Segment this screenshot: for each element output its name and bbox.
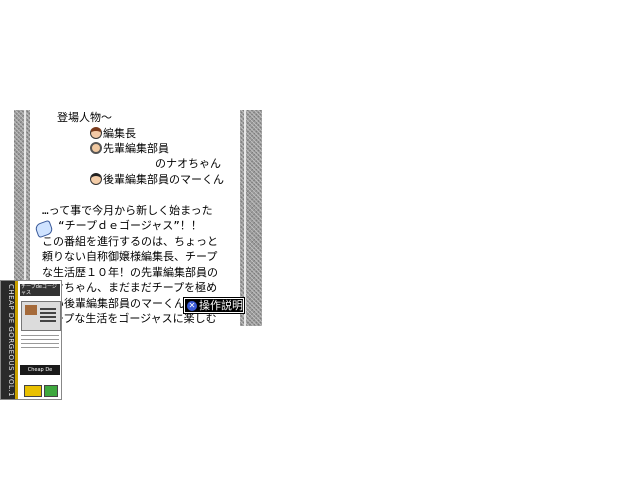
box-spine-title: CHEAP DE GORGEOUS VOL.1 bbox=[1, 281, 15, 399]
box-banner: Cheap De Gorgeous bbox=[20, 365, 60, 383]
doc-line-characters-heading: 登場人物〜 bbox=[57, 111, 112, 124]
junior-editor-face-icon bbox=[90, 173, 102, 185]
doc-line-junior-editor: 後輩編集部員のマーくん bbox=[90, 172, 224, 188]
doc-line-body-6: チープな生活をゴージャスに楽しむ bbox=[42, 312, 217, 325]
game-box-art: CHEAP DE GORGEOUS VOL.1 チープdeゴージャス Cheap… bbox=[0, 280, 62, 400]
x-button-icon: ✕ bbox=[187, 300, 197, 311]
doc-line-body-5: ない後輩編集部員のマーくん bbox=[42, 297, 185, 310]
doc-line-body-3: な生活歴１０年！の先輩編集部員の bbox=[42, 266, 218, 279]
box-logo: チープdeゴージャス bbox=[20, 284, 60, 296]
screen: 登場人物〜 編集長 先輩編集部員 のナオちゃん 後輩編集部員のマーくん …って事… bbox=[0, 0, 640, 480]
box-screenshot-image bbox=[21, 301, 61, 331]
box-platform-badge bbox=[44, 385, 58, 397]
doc-line-editor-in-chief: 編集長 bbox=[90, 126, 136, 142]
operation-guide-label: 操作説明 bbox=[199, 299, 243, 312]
operation-guide-button[interactable]: ✕ 操作説明 bbox=[183, 297, 245, 314]
doc-line-senior-editor: 先輩編集部員 bbox=[90, 141, 169, 157]
right-border-stripe bbox=[240, 110, 262, 326]
editor-face-icon bbox=[90, 127, 102, 139]
doc-line-body-2: 頼りない自称御嬢様編集長、チープ bbox=[42, 250, 218, 263]
doc-line-nao-chan: のナオちゃん bbox=[155, 157, 221, 170]
box-rating-badge bbox=[24, 385, 42, 397]
doc-line-intro: …って事で今月から新しく始まった bbox=[42, 204, 213, 217]
senior-editor-face-icon bbox=[90, 142, 102, 154]
doc-line-body-4: ナオちゃん、まだまだチープを極め bbox=[42, 281, 218, 294]
box-front-cover: チープdeゴージャス Cheap De Gorgeous bbox=[18, 281, 61, 399]
box-description-text bbox=[21, 335, 59, 351]
doc-line-body-1: この番組を進行するのは、ちょっと bbox=[42, 235, 218, 248]
doc-line-show-title: “チープｄｅゴージャス”！！ bbox=[58, 219, 202, 232]
